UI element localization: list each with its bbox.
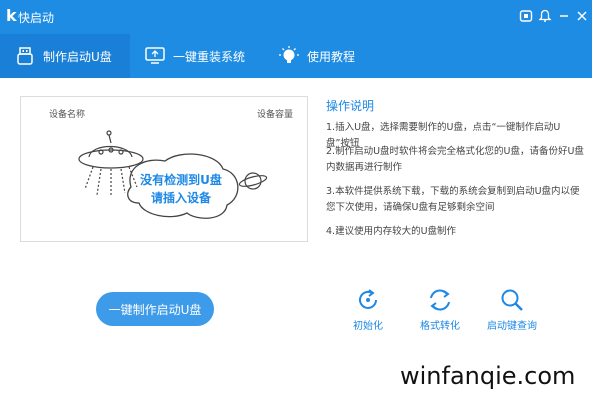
bell-icon[interactable] <box>537 8 553 24</box>
device-list[interactable]: 设备名称 设备容量 没有检测到U盘 请插入设备 <box>20 96 308 242</box>
usb-drive-icon <box>14 45 36 67</box>
no-device-message: 没有检测到U盘 请插入设备 <box>133 171 229 207</box>
minimize-icon[interactable] <box>556 8 572 24</box>
format-convert-button[interactable]: 格式转化 <box>408 287 472 332</box>
tab-label: 制作启动U盘 <box>43 49 112 64</box>
no-device-line2: 请插入设备 <box>150 191 211 205</box>
instruction-step: 4.建议使用内存较大的U盘制作 <box>326 226 457 237</box>
title-bar: k 快启动 <box>0 0 592 34</box>
convert-icon <box>427 287 453 313</box>
boot-key-lookup-button[interactable]: 启动键查询 <box>480 287 544 332</box>
instruction-step: 3.本软件提供系统下载，下载的系统会复制到启动U盘内以便您下次使用，请确保U盘有… <box>326 186 580 213</box>
tab-label: 使用教程 <box>307 49 356 64</box>
tool-label: 启动键查询 <box>487 321 537 332</box>
close-icon[interactable] <box>574 8 590 24</box>
refresh-icon <box>355 287 381 313</box>
tab-bar: 制作启动U盘 一键重装系统 使用教程 <box>0 34 592 78</box>
skin-icon[interactable] <box>518 8 534 24</box>
lightbulb-icon <box>278 45 300 67</box>
tab-tutorial[interactable]: 使用教程 <box>278 34 355 78</box>
planet-icon <box>238 172 268 190</box>
monitor-icon <box>144 45 166 67</box>
watermark: winfanqie.com <box>400 362 576 390</box>
initialize-button[interactable]: 初始化 <box>336 287 400 332</box>
tool-label: 格式转化 <box>420 321 460 332</box>
instructions-title: 操作说明 <box>326 99 375 113</box>
no-device-illustration <box>78 130 268 219</box>
tab-make-usb[interactable]: 制作启动U盘 <box>0 34 130 78</box>
search-icon <box>499 287 525 313</box>
tool-label: 初始化 <box>353 321 383 332</box>
app-title: 快启动 <box>18 11 55 25</box>
no-device-line1: 没有检测到U盘 <box>140 173 222 187</box>
tab-reinstall-system[interactable]: 一键重装系统 <box>144 34 245 78</box>
app-logo: k <box>6 6 17 25</box>
tab-label: 一键重装系统 <box>173 49 246 64</box>
instruction-step: 2.制作启动U盘时软件将会完全格式化您的U盘，请备份好U盘内数据再进行制作 <box>326 146 584 173</box>
make-boot-usb-button[interactable]: 一键制作启动U盘 <box>96 292 214 326</box>
